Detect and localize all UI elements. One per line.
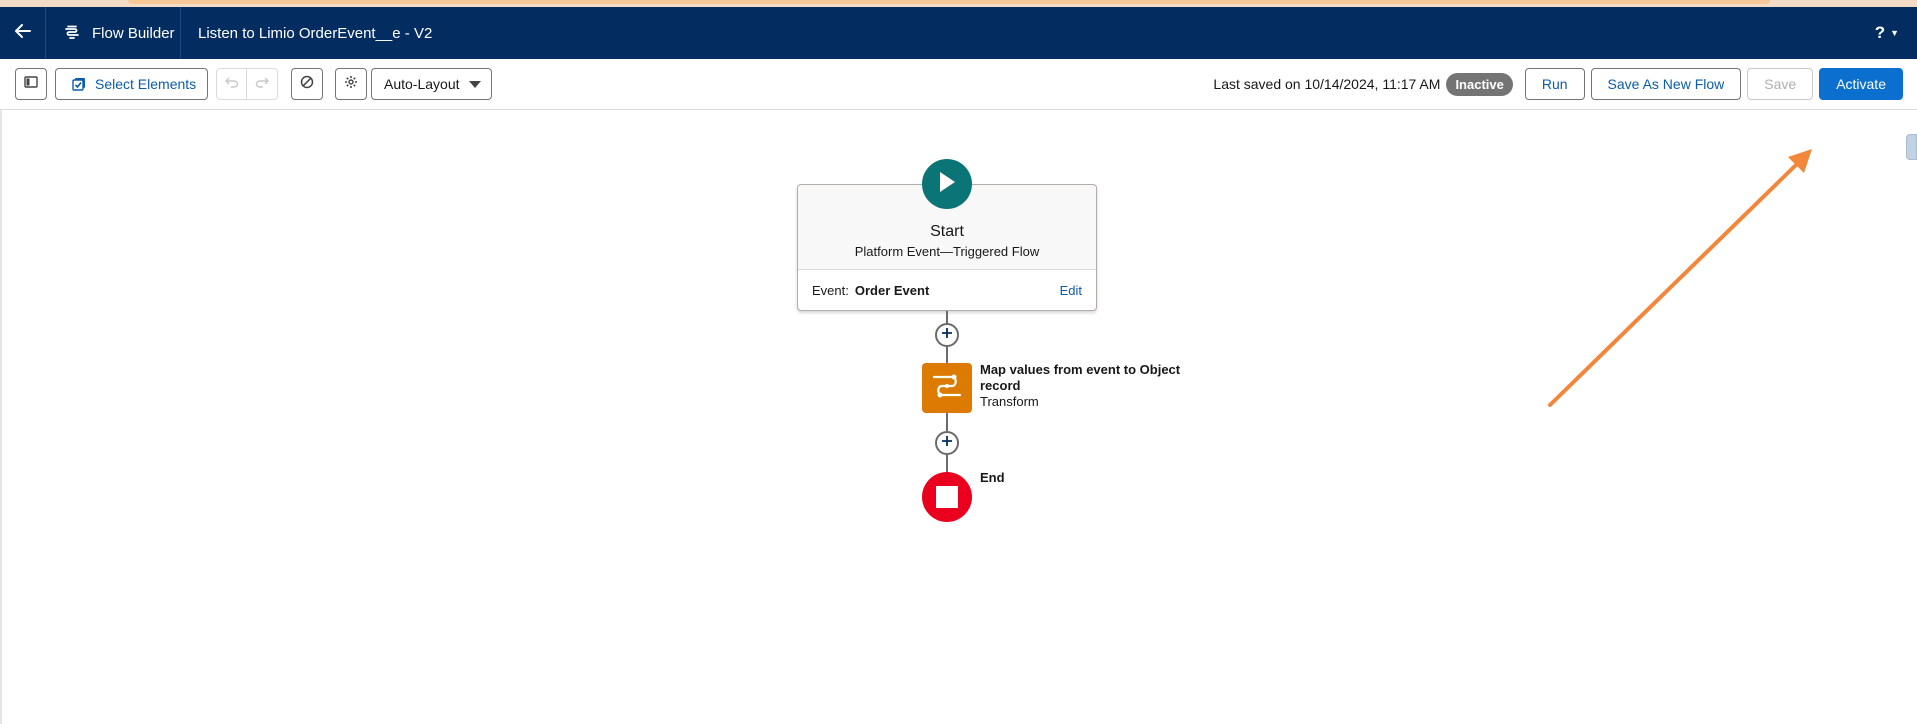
error-block-icon	[300, 75, 314, 94]
toolbar-actions: Last saved on 10/14/2024, 11:17 AM Inact…	[1213, 68, 1903, 100]
help-label: ?	[1874, 23, 1886, 42]
stop-icon	[936, 486, 958, 508]
toggle-panel-icon	[24, 75, 38, 93]
end-node[interactable]	[922, 472, 972, 522]
back-arrow-icon	[14, 23, 31, 43]
select-elements-label: Select Elements	[95, 76, 197, 92]
start-title: Start	[930, 223, 964, 240]
chevron-down-icon	[469, 80, 481, 88]
transform-node[interactable]	[922, 363, 972, 413]
start-subtitle: Platform Event—Triggered Flow	[854, 244, 1040, 259]
toolbar: Select Elements Auto-Layout Last saved o…	[0, 59, 1917, 110]
start-node[interactable]	[922, 159, 972, 209]
transform-node-label: Map values from event to Object record T…	[980, 362, 1180, 410]
browser-top-strip	[0, 0, 1917, 7]
browser-top-strip-inner	[128, 0, 1770, 4]
transform-name-line2: record	[980, 378, 1021, 393]
last-saved-text: Last saved on 10/14/2024, 11:17 AM	[1213, 76, 1441, 92]
event-label: Event:	[812, 283, 849, 298]
help-menu-button[interactable]: ? ▼	[1875, 7, 1899, 59]
app-name-area: Flow Builder	[46, 7, 181, 59]
play-icon	[937, 171, 957, 198]
select-elements-button[interactable]: Select Elements	[55, 68, 208, 100]
add-element-button[interactable]	[935, 323, 959, 347]
transform-icon	[932, 372, 962, 405]
app-header: Flow Builder Listen to Limio OrderEvent_…	[0, 7, 1917, 59]
end-node-label: End	[980, 470, 1005, 486]
layout-value: Auto-Layout	[384, 76, 460, 92]
save-button[interactable]: Save	[1747, 68, 1814, 100]
app-name: Flow Builder	[92, 24, 175, 42]
end-label: End	[980, 470, 1005, 485]
start-card-event-row: Event: Order Event Edit	[798, 270, 1096, 311]
layout-dropdown[interactable]: Auto-Layout	[371, 68, 492, 100]
plus-icon	[941, 434, 953, 452]
side-panel-tab[interactable]	[1906, 134, 1917, 160]
activate-button[interactable]: Activate	[1819, 68, 1903, 100]
add-element-button[interactable]	[935, 431, 959, 455]
status-badge: Inactive	[1446, 72, 1513, 96]
edit-event-link[interactable]: Edit	[1060, 283, 1082, 298]
undo-button[interactable]	[217, 69, 248, 99]
errors-button[interactable]	[291, 68, 323, 100]
annotation-arrow	[1548, 149, 1812, 407]
settings-button[interactable]	[335, 68, 367, 100]
toggle-panel-button[interactable]	[15, 68, 47, 100]
event-value: Order Event	[854, 283, 930, 298]
select-elements-icon	[72, 77, 86, 91]
chevron-down-icon: ▼	[1890, 28, 1899, 38]
flow-builder-icon	[64, 25, 80, 41]
transform-type: Transform	[980, 394, 1039, 409]
run-button[interactable]: Run	[1524, 68, 1585, 100]
connector-line	[946, 413, 948, 431]
undo-icon	[224, 75, 239, 93]
gear-icon	[344, 75, 358, 94]
connector-line	[946, 455, 948, 472]
flow-title: Listen to Limio OrderEvent__e - V2	[198, 24, 433, 42]
transform-name-line1: Map values from event to Object	[980, 362, 1181, 377]
undo-redo-group	[216, 68, 278, 100]
redo-button[interactable]	[247, 69, 277, 99]
redo-icon	[255, 75, 270, 93]
back-button[interactable]	[0, 7, 46, 59]
connector-line	[946, 347, 948, 363]
save-as-new-flow-button[interactable]: Save As New Flow	[1590, 68, 1742, 100]
plus-icon	[941, 326, 953, 344]
